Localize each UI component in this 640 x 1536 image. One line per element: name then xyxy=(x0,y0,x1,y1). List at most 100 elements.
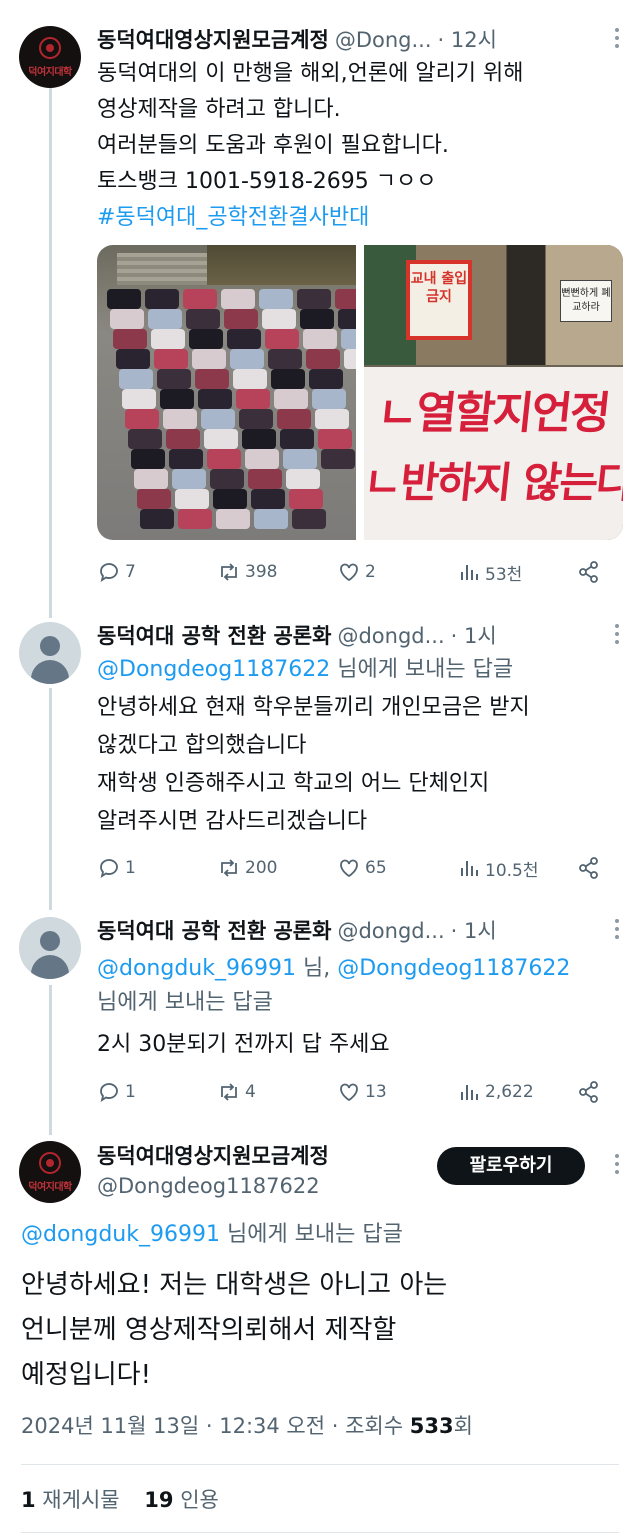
reply-count: 7 xyxy=(125,562,136,582)
more-icon[interactable] xyxy=(614,919,620,943)
reply-to-handle[interactable]: @Dongdeog1187622 xyxy=(337,956,570,981)
jacket-shape xyxy=(274,389,308,409)
retweet-total: 1 xyxy=(21,1488,36,1512)
like-count: 65 xyxy=(365,858,387,878)
like-button[interactable]: 65 xyxy=(337,853,387,883)
jacket-shape xyxy=(113,329,147,349)
like-button[interactable]: 2 xyxy=(337,557,376,587)
tweet-text-line: 재학생 인증해주시고 학교의 어느 단체인지 xyxy=(97,771,490,796)
jacket-shape xyxy=(195,369,229,389)
share-button[interactable] xyxy=(577,557,605,587)
reply-to-suffix: 님에게 보내는 답글 xyxy=(219,1222,403,1247)
reply-count: 1 xyxy=(125,858,136,878)
jacket-shape xyxy=(271,369,305,389)
jacket-shape xyxy=(110,309,144,329)
jacket-shape xyxy=(216,509,250,529)
action-bar: 7 398 2 53천 xyxy=(97,557,607,587)
user-handle[interactable]: @dongd... xyxy=(337,919,444,943)
user-handle[interactable]: @dongd... xyxy=(337,624,444,648)
retweet-count: 398 xyxy=(245,562,278,582)
timestamp[interactable]: · 1시 xyxy=(451,624,497,648)
jacket-shape xyxy=(312,389,346,409)
share-button[interactable] xyxy=(577,853,605,883)
jacket-shape xyxy=(233,369,267,389)
quote-stat[interactable]: 19 인용 xyxy=(144,1488,219,1512)
jacket-shape xyxy=(175,489,209,509)
jacket-shape xyxy=(251,489,285,509)
user-handle[interactable]: @Dongdeog1187622 xyxy=(97,1174,320,1198)
jacket-shape xyxy=(344,349,356,369)
avatar[interactable] xyxy=(19,917,81,979)
more-icon[interactable] xyxy=(614,28,620,52)
share-button[interactable] xyxy=(577,1077,605,1107)
jacket-shape xyxy=(242,429,276,449)
display-name[interactable]: 동덕여대 공학 전환 공론화 xyxy=(97,919,331,943)
jacket-shape xyxy=(338,309,356,329)
reply-button[interactable]: 1 xyxy=(97,1077,136,1107)
reply-count: 1 xyxy=(125,1082,136,1102)
reply-button[interactable]: 1 xyxy=(97,853,136,883)
jacket-shape xyxy=(160,389,194,409)
graffiti-line-2: ㄴ반하지 않는다 xyxy=(364,458,623,507)
jacket-shape xyxy=(128,429,162,449)
retweet-stat-label: 재게시물 xyxy=(35,1488,120,1512)
jacket-shape xyxy=(137,489,171,509)
university-emblem-icon xyxy=(39,1152,61,1174)
hashtag-link[interactable]: #동덕여대_공학전환결사반대 xyxy=(97,200,369,236)
avatar[interactable]: 덕여지대학 xyxy=(19,1141,81,1203)
views-button[interactable]: 2,622 xyxy=(457,1077,534,1107)
retweet-button[interactable]: 200 xyxy=(217,853,277,883)
reply-to-handle[interactable]: @dongduk_96991 xyxy=(97,956,296,981)
timestamp[interactable]: · 1시 xyxy=(451,919,497,943)
reply-to-handle[interactable]: @Dongdeog1187622 xyxy=(97,657,330,682)
jacket-shape xyxy=(192,349,226,369)
jacket-shape xyxy=(145,289,179,309)
tweet-2[interactable]: 동덕여대 공학 전환 공론화 @dongd... · 1시 @Dongdeog118… xyxy=(0,610,640,910)
media-photo-graffiti[interactable]: 교내 출입금지 뻔뻔하게 폐교하라 ㄴ열할지언정 ㄴ반하지 않는다 xyxy=(364,245,623,540)
jacket-shape xyxy=(224,309,258,329)
jacket-shape xyxy=(178,509,212,529)
jacket-shape xyxy=(306,349,340,369)
default-avatar-icon xyxy=(40,931,60,951)
more-icon[interactable] xyxy=(614,1154,620,1178)
timestamp[interactable]: · 12시 xyxy=(438,28,497,52)
views-count: 53천 xyxy=(485,564,523,585)
tweet-text-line: 영상제작을 하려고 합니다. xyxy=(97,97,341,122)
media-photo-jackets[interactable] xyxy=(97,245,356,540)
more-icon[interactable] xyxy=(614,624,620,648)
jacket-shape xyxy=(122,389,156,409)
retweet-button[interactable]: 398 xyxy=(217,557,277,587)
avatar[interactable] xyxy=(19,622,81,684)
jacket-shape xyxy=(280,429,314,449)
jacket-shape xyxy=(201,409,235,429)
reply-icon xyxy=(100,859,118,878)
user-handle[interactable]: @Dong... xyxy=(335,28,432,52)
tweet-3[interactable]: 동덕여대 공학 전환 공론화 @dongd... · 1시 @dongduk_969… xyxy=(0,905,640,1130)
display-name[interactable]: 동덕여대영상지원모금계정 xyxy=(97,28,329,52)
views-button[interactable]: 53천 xyxy=(457,557,522,587)
display-name[interactable]: 동덕여대영상지원모금계정 xyxy=(97,1144,329,1168)
views-icon xyxy=(461,1085,478,1100)
retweet-stat[interactable]: 1 재게시물 xyxy=(21,1488,120,1512)
views-button[interactable]: 10.5천 xyxy=(457,853,539,883)
jacket-shape xyxy=(236,389,270,409)
display-name[interactable]: 동덕여대 공학 전환 공론화 xyxy=(97,624,331,648)
jacket-shape xyxy=(183,289,217,309)
follow-button[interactable]: 팔로우하기 xyxy=(437,1147,585,1185)
jacket-shape xyxy=(154,349,188,369)
tweet-1[interactable]: 덕여지대학 동덕여대영상지원모금계정 @Dong... · 12시 동덕여대의 이 … xyxy=(0,0,640,610)
jacket-shape xyxy=(239,409,273,429)
timestamp-and-views-label[interactable]: 2024년 11월 13일 · 12:34 오전 · 조회수 xyxy=(21,1414,410,1438)
jacket-shape xyxy=(151,329,185,349)
jacket-shape xyxy=(221,289,255,309)
jacket-shape xyxy=(321,449,355,469)
like-button[interactable]: 13 xyxy=(337,1077,387,1107)
reply-to-suffix: 님에게 보내는 답글 xyxy=(97,990,273,1015)
reply-button[interactable]: 7 xyxy=(97,557,136,587)
avatar[interactable]: 덕여지대학 xyxy=(19,26,81,88)
retweet-button[interactable]: 4 xyxy=(217,1077,256,1107)
protest-note: 뻔뻔하게 폐교하라 xyxy=(560,280,612,322)
reply-context: @Dongdeog1187622 님에게 보내는 답글 xyxy=(97,652,513,688)
reply-to-handle[interactable]: @dongduk_96991 xyxy=(21,1222,220,1247)
media-grid[interactable]: 교내 출입금지 뻔뻔하게 폐교하라 ㄴ열할지언정 ㄴ반하지 않는다 xyxy=(97,245,623,540)
